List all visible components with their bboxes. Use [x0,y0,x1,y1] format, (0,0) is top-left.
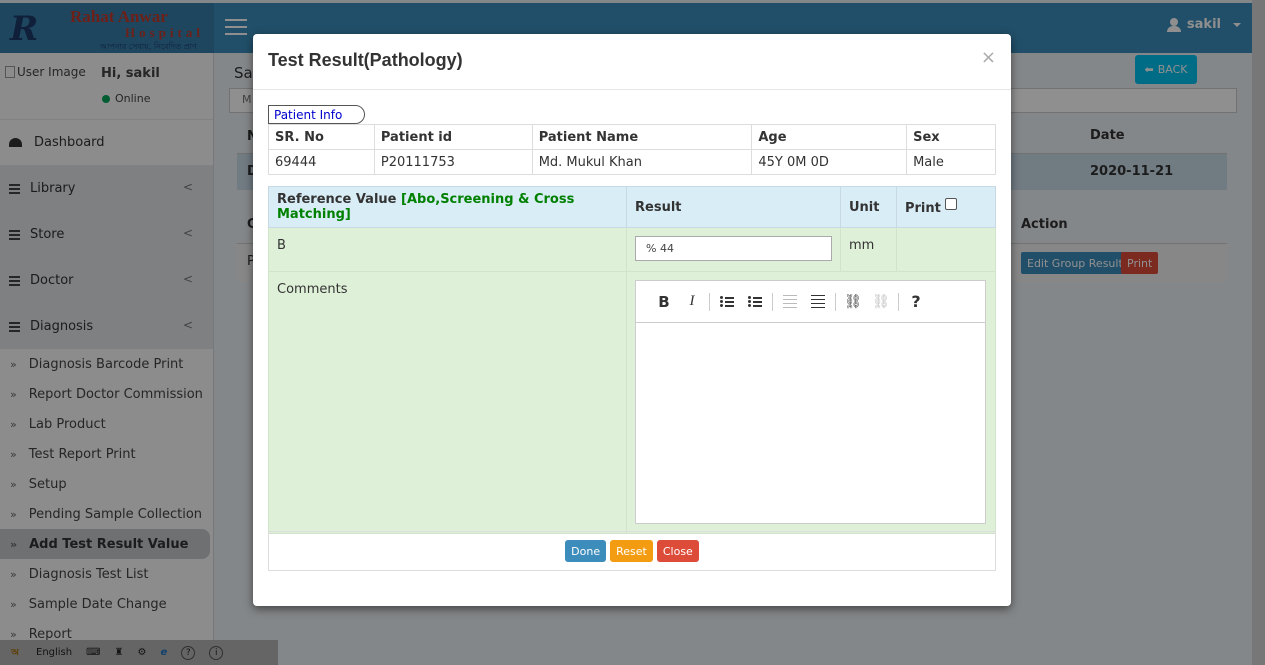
bold-icon[interactable]: B [650,291,678,313]
reset-button[interactable]: Reset [610,540,653,562]
cell-unit: mm [840,227,897,272]
column-header-print: Print [895,186,997,228]
patient-info-header-row: SR. No Patient id Patient Name Age Sex [268,124,996,150]
column-header-sex: Sex [906,124,996,150]
result-header-row: Reference Value [Abo,Screening & Cross M… [268,186,997,228]
close-button[interactable]: Close [656,540,699,562]
toolbar-separator [772,292,773,311]
modal-title: Test Result(Pathology) [268,50,463,70]
cell-patient-name: Md. Mukul Khan [531,149,753,175]
cell-print [895,227,997,272]
toolbar-separator [898,292,899,311]
comments-label: Comments [268,271,627,534]
indent-icon[interactable] [804,291,832,313]
italic-icon[interactable]: I [678,291,706,313]
cell-result: % 44 [626,227,841,272]
print-label: Print [904,201,941,216]
column-header-patient-id: Patient id [373,124,533,150]
column-header-reference: Reference Value [Abo,Screening & Cross M… [268,186,627,228]
patient-info-legend: Patient Info [268,105,366,124]
result-table: Reference Value [Abo,Screening & Cross M… [268,186,997,534]
toolbar-separator [835,292,836,311]
modal-footer-actions: Done Reset Close [268,531,996,571]
help-icon[interactable]: ? [902,291,930,313]
cell-patient-id: P20111753 [373,149,533,175]
unlink-icon[interactable]: ⛓ [867,291,895,313]
column-header-unit: Unit [840,186,897,228]
editor-toolbar: B I ⛓ ⛓ ? [636,281,985,323]
done-button[interactable]: Done [565,540,607,562]
modal-header: Test Result(Pathology) × [253,34,1011,90]
result-input[interactable]: % 44 [635,236,832,261]
patient-info-table: SR. No Patient id Patient Name Age Sex 6… [268,124,996,175]
print-checkbox[interactable] [945,198,958,210]
link-icon[interactable]: ⛓ [839,291,867,313]
toolbar-separator [709,292,710,311]
cell-sex: Male [906,149,996,175]
cell-age: 45Y 0M 0D [751,149,908,175]
column-header-age: Age [751,124,908,150]
cell-reference: B [268,227,627,272]
close-icon[interactable]: × [981,47,996,68]
comments-editor[interactable]: B I ⛓ ⛓ ? [635,280,986,524]
column-header-patient-name: Patient Name [531,124,753,150]
outdent-icon[interactable] [776,291,804,313]
column-header-result: Result [626,186,841,228]
numbered-list-icon[interactable] [713,291,741,313]
test-result-modal: Test Result(Pathology) × Patient Info SR… [253,34,1011,606]
comments-editor-cell: B I ⛓ ⛓ ? [626,271,996,534]
cell-sr-no: 69444 [268,149,375,175]
result-row: B % 44 mm [268,227,997,272]
bulleted-list-icon[interactable] [741,291,769,313]
comments-row: Comments B I ⛓ ⛓ ? [268,271,996,534]
patient-info-row: 69444 P20111753 Md. Mukul Khan 45Y 0M 0D… [268,149,996,175]
column-header-sr-no: SR. No [268,124,375,150]
reference-label: Reference Value [277,192,397,207]
